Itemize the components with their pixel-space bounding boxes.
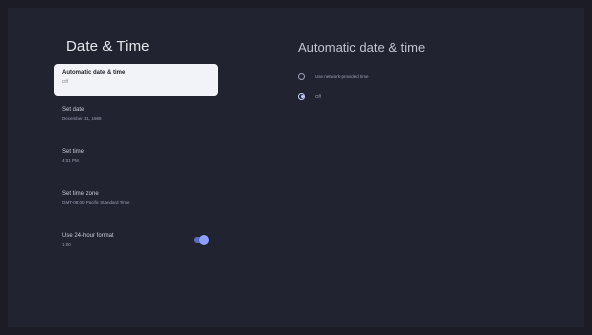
automatic-date-time-options: Use network-provided time Off bbox=[298, 67, 518, 105]
menu-item-set-time[interactable]: Set time 4:01 PM bbox=[54, 142, 218, 180]
menu-item-value: 4:01 PM bbox=[62, 158, 79, 163]
radio-button-unchecked[interactable] bbox=[298, 72, 305, 80]
option-off[interactable]: Off bbox=[298, 87, 518, 105]
menu-item-label: Automatic date & time bbox=[62, 70, 126, 76]
radio-button-checked[interactable] bbox=[298, 92, 305, 100]
tv-settings-screen: Date & Time Automatic date & time Off Se… bbox=[8, 8, 584, 327]
menu-item-label: Use 24-hour format bbox=[62, 233, 114, 239]
details-panel: Automatic date & time Use network-provid… bbox=[298, 40, 518, 107]
menu-item-value: 1:00 bbox=[62, 242, 71, 247]
option-label: Off bbox=[315, 93, 321, 99]
menu-item-value: December 31, 1969 bbox=[62, 116, 102, 121]
settings-menu: Automatic date & time Off Set date Decem… bbox=[54, 64, 218, 268]
menu-item-use-24-hour-format[interactable]: Use 24-hour format 1:00 bbox=[54, 226, 218, 264]
details-title: Automatic date & time bbox=[298, 40, 426, 55]
menu-item-value: GMT-08:00 Pacific Standard Time bbox=[62, 200, 130, 205]
use-24-hour-format-toggle[interactable] bbox=[194, 235, 209, 245]
menu-item-label: Set date bbox=[62, 107, 85, 113]
menu-item-value: Off bbox=[62, 79, 68, 84]
menu-item-set-time-zone[interactable]: Set time zone GMT-08:00 Pacific Standard… bbox=[54, 184, 218, 222]
option-use-network-provided-time[interactable]: Use network-provided time bbox=[298, 67, 518, 85]
toggle-knob bbox=[199, 235, 209, 245]
page-title: Date & Time bbox=[66, 38, 150, 55]
menu-item-label: Set time bbox=[62, 149, 85, 155]
menu-item-automatic-date-time[interactable]: Automatic date & time Off bbox=[54, 64, 218, 96]
option-label: Use network-provided time bbox=[315, 73, 369, 79]
menu-item-set-date[interactable]: Set date December 31, 1969 bbox=[54, 100, 218, 138]
menu-item-label: Set time zone bbox=[62, 191, 99, 197]
